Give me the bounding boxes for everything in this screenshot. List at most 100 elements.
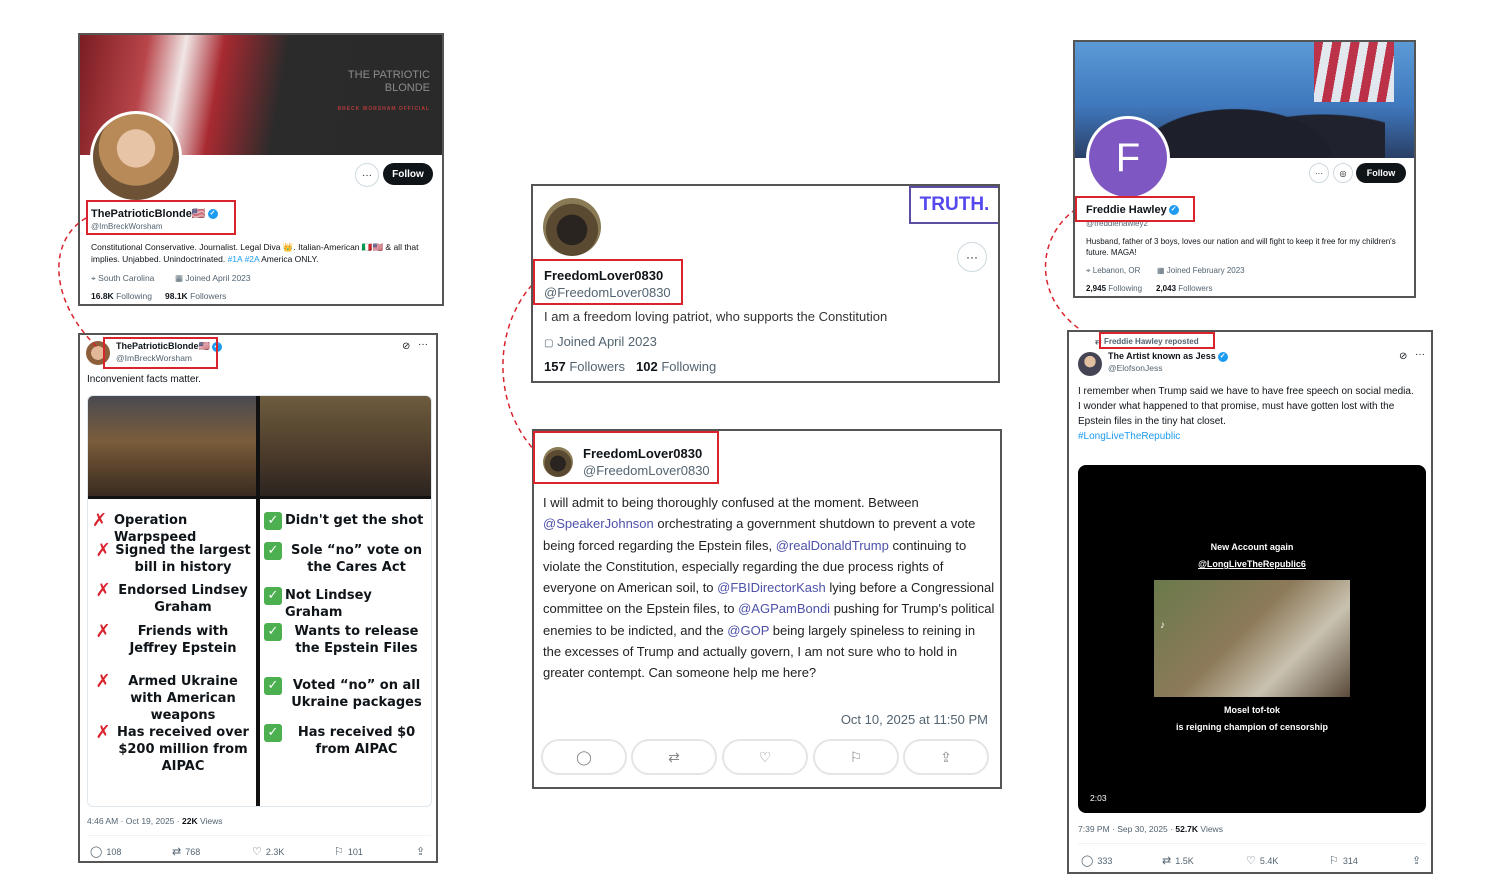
banner-subtitle: BRECK WORSHAM OFFICIAL [337, 106, 430, 112]
video-frame: ♪ [1154, 580, 1350, 697]
heart-icon: ♡ [758, 748, 772, 765]
meme-right-item-5: ✓ Voted “no” on all Ukraine packages [264, 677, 428, 711]
location: ⌖ South Carolina [91, 273, 155, 283]
grok-icon[interactable]: ⊘ [1399, 351, 1407, 362]
meme-right-item-4: ✓ Wants to release the Epstein Files [264, 623, 428, 657]
mention-link[interactable]: @FBIDirectorKash [717, 580, 826, 595]
like-button[interactable]: ♡ 5.4K [1246, 854, 1278, 867]
x-mark-icon: ✗ [95, 580, 111, 601]
share-button[interactable]: ⇪ [416, 845, 425, 858]
meme-image[interactable]: ✗ Operation Warpspeed ✗ Signed the largest… [87, 395, 432, 807]
bookmark-icon: ⚐ [1329, 855, 1339, 867]
avatar[interactable]: F [1086, 116, 1170, 200]
location-pin-icon: ⌖ [1086, 266, 1091, 275]
joined-date: ▢ Joined April 2023 [544, 334, 657, 349]
following-stat[interactable]: 2,945 Following [1086, 284, 1142, 293]
mention-link[interactable]: @AGPamBondi [738, 601, 830, 616]
x-mark-icon: ✗ [95, 540, 111, 561]
repost-icon: ⇄ [1162, 855, 1172, 867]
repost-button[interactable]: ⇄ 768 [172, 845, 200, 858]
share-button[interactable]: ⇪ [903, 739, 989, 775]
repost-icon: ⇄ [172, 846, 182, 858]
trump-photo [88, 396, 256, 496]
highlight-box [533, 431, 719, 484]
highlight-box [1099, 332, 1215, 349]
like-button[interactable]: ♡ [722, 739, 808, 775]
video-player[interactable]: New Account again @LongLiveTheRepublic6 … [1078, 465, 1426, 813]
followers-stat[interactable]: 2,043 Followers [1156, 284, 1213, 293]
more-icon[interactable]: ··· [1415, 349, 1425, 360]
mention-link[interactable]: @GOP [727, 623, 769, 638]
profile-bio: I am a freedom loving patriot, who suppo… [544, 309, 888, 324]
divider-vertical [256, 396, 260, 806]
check-mark-icon: ✓ [264, 542, 282, 560]
bookmark-icon: ⚐ [334, 846, 344, 858]
meme-left-item-3: ✗ Endorsed Lindsey Graham [92, 582, 252, 616]
check-mark-icon: ✓ [264, 724, 282, 742]
avatar[interactable] [90, 111, 182, 203]
right-post-card: ⇄ Freddie Hawley reposted The Artist kno… [1067, 330, 1433, 874]
share-button[interactable]: ⇪ [1412, 854, 1421, 867]
repost-button[interactable]: ⇄ [631, 739, 717, 775]
more-button[interactable]: ··· [355, 163, 379, 187]
repost-icon: ⇄ [668, 748, 680, 765]
profile-bio: Husband, father of 3 boys, loves our nat… [1086, 237, 1396, 257]
divider [87, 835, 431, 836]
grok-icon[interactable]: ⊘ [402, 341, 410, 352]
reply-icon: ◯ [1081, 855, 1094, 867]
reply-button[interactable]: ◯ 108 [90, 845, 121, 858]
follow-button[interactable]: Follow [383, 163, 433, 185]
hashtag-link[interactable]: #LongLiveTheRepublic [1078, 429, 1428, 444]
reply-icon: ◯ [90, 846, 103, 858]
avatar[interactable] [1078, 352, 1102, 376]
check-mark-icon: ✓ [264, 587, 282, 605]
repost-button[interactable]: ⇄ 1.5K [1162, 854, 1194, 867]
avatar[interactable] [543, 198, 601, 256]
post-text: I remember when Trump said we have to ha… [1078, 384, 1428, 444]
meme-left-item-4: ✗ Friends with Jeffrey Epstein [92, 623, 252, 657]
bookmark-button[interactable]: ⚐ 314 [1329, 854, 1358, 867]
display-name: The Artist known as Jess ✓ [1108, 351, 1228, 362]
grok-icon[interactable]: ◎ [1333, 163, 1353, 183]
more-icon[interactable]: ··· [418, 339, 428, 350]
meme-right-item-6: ✓ Has received $0 from AIPAC [264, 724, 428, 758]
banner-title: THE PATRIOTIC BLONDE [347, 69, 430, 94]
location: ⌖ Lebanon, OR [1086, 266, 1141, 275]
following-stat[interactable]: 102 Following [636, 359, 716, 374]
highlight-box [103, 337, 218, 369]
following-stat[interactable]: 16.8K Following [91, 291, 152, 301]
follow-button[interactable]: Follow [1356, 163, 1406, 183]
more-button[interactable]: ··· [957, 242, 987, 272]
video-caption-bottom: Mosel tof-tok [1224, 705, 1280, 715]
post-line: I wonder what happened to that promise, … [1078, 401, 1395, 427]
mention-link[interactable]: @SpeakerJohnson [543, 516, 654, 531]
mention-link[interactable]: @realDonaldTrump [776, 538, 889, 553]
post-text: Inconvenient facts matter. [87, 374, 201, 385]
share-icon: ⇪ [416, 846, 426, 858]
joined-date: ▦ Joined April 2023 [175, 273, 251, 283]
followers-stat[interactable]: 157 Followers [544, 359, 625, 374]
profile-bio: Constitutional Conservative. Journalist.… [91, 242, 419, 264]
reply-button[interactable]: ◯ 333 [1081, 854, 1112, 867]
post-text: I will admit to being thoroughly confuse… [543, 495, 995, 681]
x-mark-icon: ✗ [92, 510, 108, 531]
followers-stat[interactable]: 98.1K Followers [165, 291, 226, 301]
meme-left-item-5: ✗ Armed Ukraine with American weapons [92, 673, 252, 724]
video-caption-handle: @LongLiveTheRepublic6 [1198, 559, 1306, 569]
x-mark-icon: ✗ [95, 621, 111, 642]
like-button[interactable]: ♡ 2.3K [252, 845, 284, 858]
bookmark-button[interactable]: ⚐ 101 [334, 845, 363, 858]
comment-icon: ◯ [576, 748, 592, 765]
bookmark-button[interactable]: ⚐ [813, 739, 899, 775]
avatar-letter: F [1115, 135, 1141, 180]
more-button[interactable]: ··· [1309, 163, 1329, 183]
reply-button[interactable]: ◯ [541, 739, 627, 775]
share-icon: ⇪ [1412, 855, 1422, 867]
tiktok-icon: ♪ [1160, 620, 1165, 631]
right-profile-card: F ··· ◎ Follow Freddie Hawley ✓ @freddieh… [1073, 40, 1416, 298]
divider [1078, 843, 1426, 844]
truth-logo-text: TRUTH. [919, 194, 990, 215]
handle: @ElofsonJess [1108, 363, 1163, 373]
heart-icon: ♡ [1246, 855, 1256, 867]
post-timestamp: Oct 10, 2025 at 11:50 PM [840, 712, 988, 727]
